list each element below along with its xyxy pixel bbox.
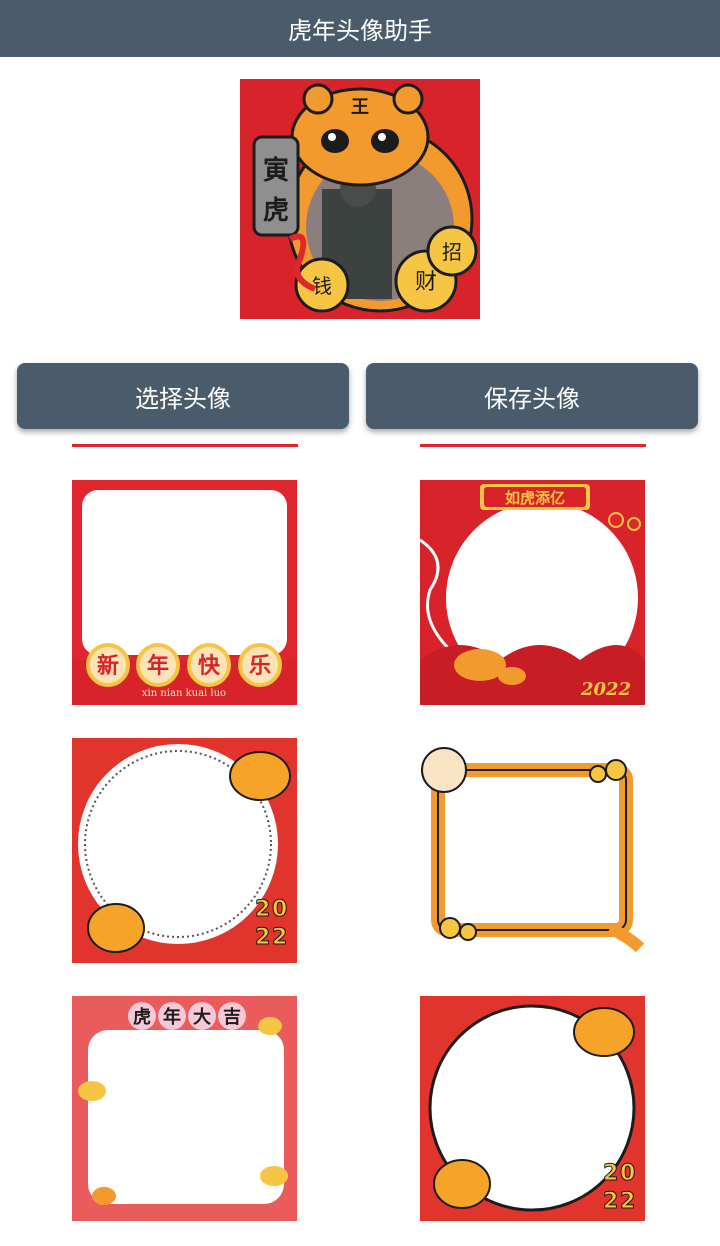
svg-text:xin nian kuai luo: xin nian kuai luo [142,688,226,699]
svg-text:财: 财 [415,270,437,295]
svg-text:年: 年 [163,1006,181,1028]
frame-option-hunian-daji[interactable]: 虎 年 大 吉 [72,996,297,1221]
svg-text:2: 2 [255,925,270,950]
avatar-preview: 王 寅 虎 钱 财 招 [240,79,480,319]
svg-text:2: 2 [255,897,270,922]
svg-text:吉: 吉 [223,1006,241,1028]
frame-option-circle-tigers-1[interactable]: 20 22 [72,738,297,963]
svg-text:2: 2 [620,1189,635,1214]
svg-text:2: 2 [603,1161,618,1186]
app-title-bar: 虎年头像助手 [0,0,720,57]
svg-text:2: 2 [603,1189,618,1214]
save-avatar-button[interactable]: 保存头像 [366,363,698,429]
svg-text:虎: 虎 [133,1006,151,1028]
frame-option-circle-tigers-2[interactable]: 20 22 [420,996,645,1221]
svg-text:招: 招 [442,240,462,264]
svg-text:王: 王 [351,97,369,118]
svg-text:2: 2 [272,925,287,950]
preview-badge-text: 寅 [263,155,289,186]
svg-text:新: 新 [97,653,119,679]
app-title: 虎年头像助手 [288,17,432,45]
select-avatar-button[interactable]: 选择头像 [17,363,349,429]
svg-text:如虎添亿: 如虎添亿 [505,489,565,507]
frame-divider [420,444,646,447]
svg-text:0: 0 [620,1161,635,1186]
frame-option-tiger-square[interactable] [420,738,645,963]
svg-text:年: 年 [147,653,169,679]
frame-divider [72,444,298,447]
svg-text:大: 大 [193,1006,211,1028]
svg-text:2022: 2022 [580,679,631,700]
frame-option-xinnian[interactable]: 新 年 快 乐 xin nian kuai luo [72,480,297,705]
svg-text:虎: 虎 [263,196,289,226]
svg-text:0: 0 [272,897,287,922]
frame-option-ruhu[interactable]: 如虎添亿 2022 [420,480,645,705]
svg-text:快: 快 [198,654,221,679]
svg-text:乐: 乐 [249,654,271,679]
